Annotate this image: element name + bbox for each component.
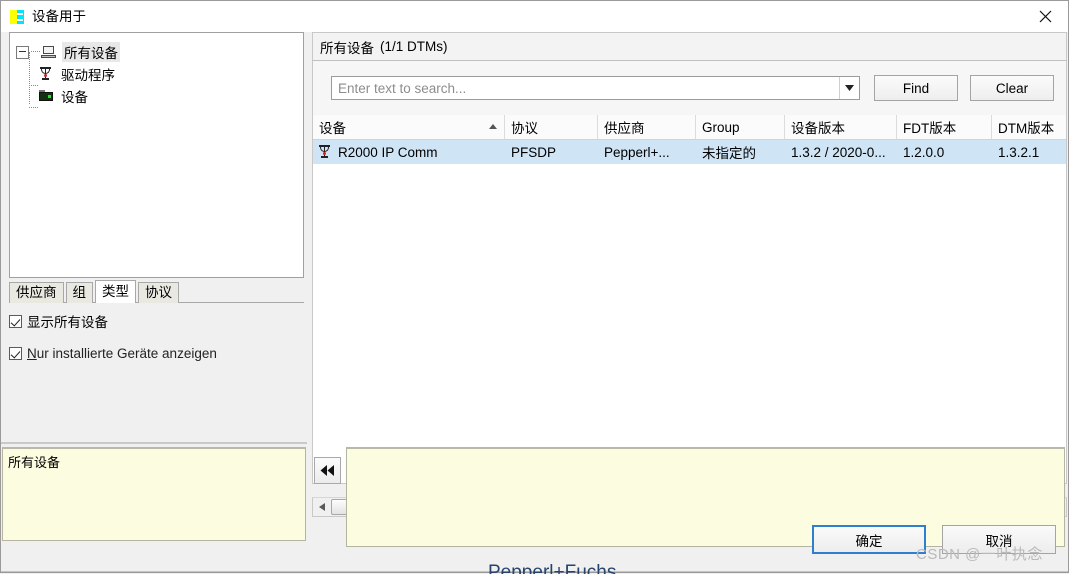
close-icon[interactable] — [1022, 1, 1068, 32]
double-left-arrow-icon — [320, 465, 334, 476]
cell-protocol: PFSDP — [511, 144, 557, 160]
tab-group[interactable]: 组 — [65, 282, 93, 303]
checkbox-installed-only[interactable] — [9, 346, 22, 360]
table-row[interactable]: R2000 IP Comm PFSDP Pepperl+... 未指定的 1.3… — [313, 140, 1066, 164]
search-input[interactable] — [332, 77, 839, 99]
accelerator-key: N — [27, 345, 37, 361]
checkbox-row-installed-only[interactable]: Nur installierte Geräte anzeigen — [9, 342, 304, 364]
tree-label-all-devices: 所有设备 — [62, 42, 120, 62]
cell-group: 未指定的 — [702, 146, 756, 161]
search-combobox[interactable] — [331, 76, 860, 100]
window-title: 设备用于 — [32, 8, 86, 24]
footer-divider — [1, 571, 1068, 572]
tree-elbow — [29, 107, 38, 109]
column-header-group[interactable]: Group — [696, 115, 785, 139]
find-button[interactable]: Find — [874, 75, 958, 101]
device-category-tree[interactable]: 所有设备 驱动程序 设备 — [9, 32, 304, 278]
computer-icon — [41, 44, 57, 60]
tree-node-drivers[interactable]: 驱动程序 — [10, 63, 303, 85]
table-header-row: 设备 协议 供应商 Group 设备版本 FDT版本 DTM版本 — [313, 115, 1066, 140]
cell-fdt-version: 1.2.0.0 — [903, 144, 945, 160]
search-toolbar: Find Clear — [312, 61, 1067, 115]
column-header-vendor[interactable]: 供应商 — [598, 115, 696, 139]
right-column: 所有设备 (1/1 DTMs) Find Clear — [312, 32, 1067, 517]
checkbox-row-show-all-devices[interactable]: 显示所有设备 — [9, 310, 304, 332]
filter-tabs: 供应商 组 类型 协议 — [9, 280, 304, 303]
column-header-protocol[interactable]: 协议 — [505, 115, 598, 139]
cancel-button[interactable]: 取消 — [942, 525, 1056, 554]
collapse-panel-button[interactable] — [314, 457, 341, 484]
checkbox-label-show-all-devices: 显示所有设备 — [27, 315, 108, 330]
checkbox-label-installed-only: Nur installierte Geräte anzeigen — [27, 346, 217, 361]
sort-ascending-icon — [489, 124, 497, 129]
column-header-dtm-version[interactable]: DTM版本 — [992, 115, 1066, 139]
tab-vendor[interactable]: 供应商 — [9, 282, 64, 303]
cell-dtm-version: 1.3.2.1 — [998, 144, 1040, 160]
collapse-expander-icon[interactable] — [16, 45, 29, 59]
column-header-device[interactable]: 设备 — [313, 115, 505, 139]
tree-node-all-devices[interactable]: 所有设备 — [10, 41, 303, 63]
title-bar: 设备用于 — [1, 1, 1068, 32]
column-header-device-label: 设备 — [319, 121, 346, 136]
column-header-fdt-version[interactable]: FDT版本 — [897, 115, 992, 139]
dialog-footer: 确定 取消 — [1, 517, 1068, 572]
cell-device-version: 1.3.2 / 2020-0... — [791, 144, 886, 160]
device-table: 设备 协议 供应商 Group 设备版本 FDT版本 DTM版本 R2000 I… — [312, 115, 1067, 484]
device-icon — [38, 88, 54, 104]
tree-dotted-line — [31, 51, 40, 53]
scroll-left-icon[interactable] — [313, 498, 330, 516]
tree-label-drivers: 驱动程序 — [61, 68, 115, 83]
list-header-count: (1/1 DTMs) — [380, 39, 448, 54]
left-column: 所有设备 驱动程序 设备 供应商 组 类型 协议 显示所有设备 Nur inst… — [1, 32, 310, 541]
cell-vendor: Pepperl+... — [604, 144, 670, 160]
column-header-device-version[interactable]: 设备版本 — [785, 115, 897, 139]
checkbox-show-all-devices[interactable] — [9, 314, 22, 328]
tab-type[interactable]: 类型 — [95, 280, 136, 303]
cell-device-label: R2000 IP Comm — [338, 144, 438, 160]
device-selection-dialog: 设备用于 所有设备 驱动程序 设备 供应商 组 类型 协议 显示所有设备 Nur… — [0, 0, 1069, 574]
list-header: 所有设备 (1/1 DTMs) — [312, 32, 1067, 61]
list-header-title: 所有设备 — [320, 40, 374, 56]
tree-label-devices: 设备 — [61, 90, 88, 105]
chevron-down-icon[interactable] — [839, 77, 859, 99]
filter-options: 显示所有设备 Nur installierte Geräte anzeigen — [9, 310, 304, 374]
tree-node-devices[interactable]: 设备 — [10, 85, 303, 107]
dtm-icon — [317, 144, 333, 160]
cell-device: R2000 IP Comm — [313, 140, 505, 164]
app-icon — [9, 9, 25, 25]
tab-protocol[interactable]: 协议 — [138, 282, 179, 303]
clear-button[interactable]: Clear — [970, 75, 1054, 101]
dtm-icon — [38, 66, 54, 82]
checkbox-label-installed-only-rest: ur installierte Geräte anzeigen — [36, 345, 217, 361]
panel-divider — [1, 442, 307, 444]
dialog-body: 所有设备 驱动程序 设备 供应商 组 类型 协议 显示所有设备 Nur inst… — [1, 32, 1068, 572]
ok-button[interactable]: 确定 — [812, 525, 926, 554]
